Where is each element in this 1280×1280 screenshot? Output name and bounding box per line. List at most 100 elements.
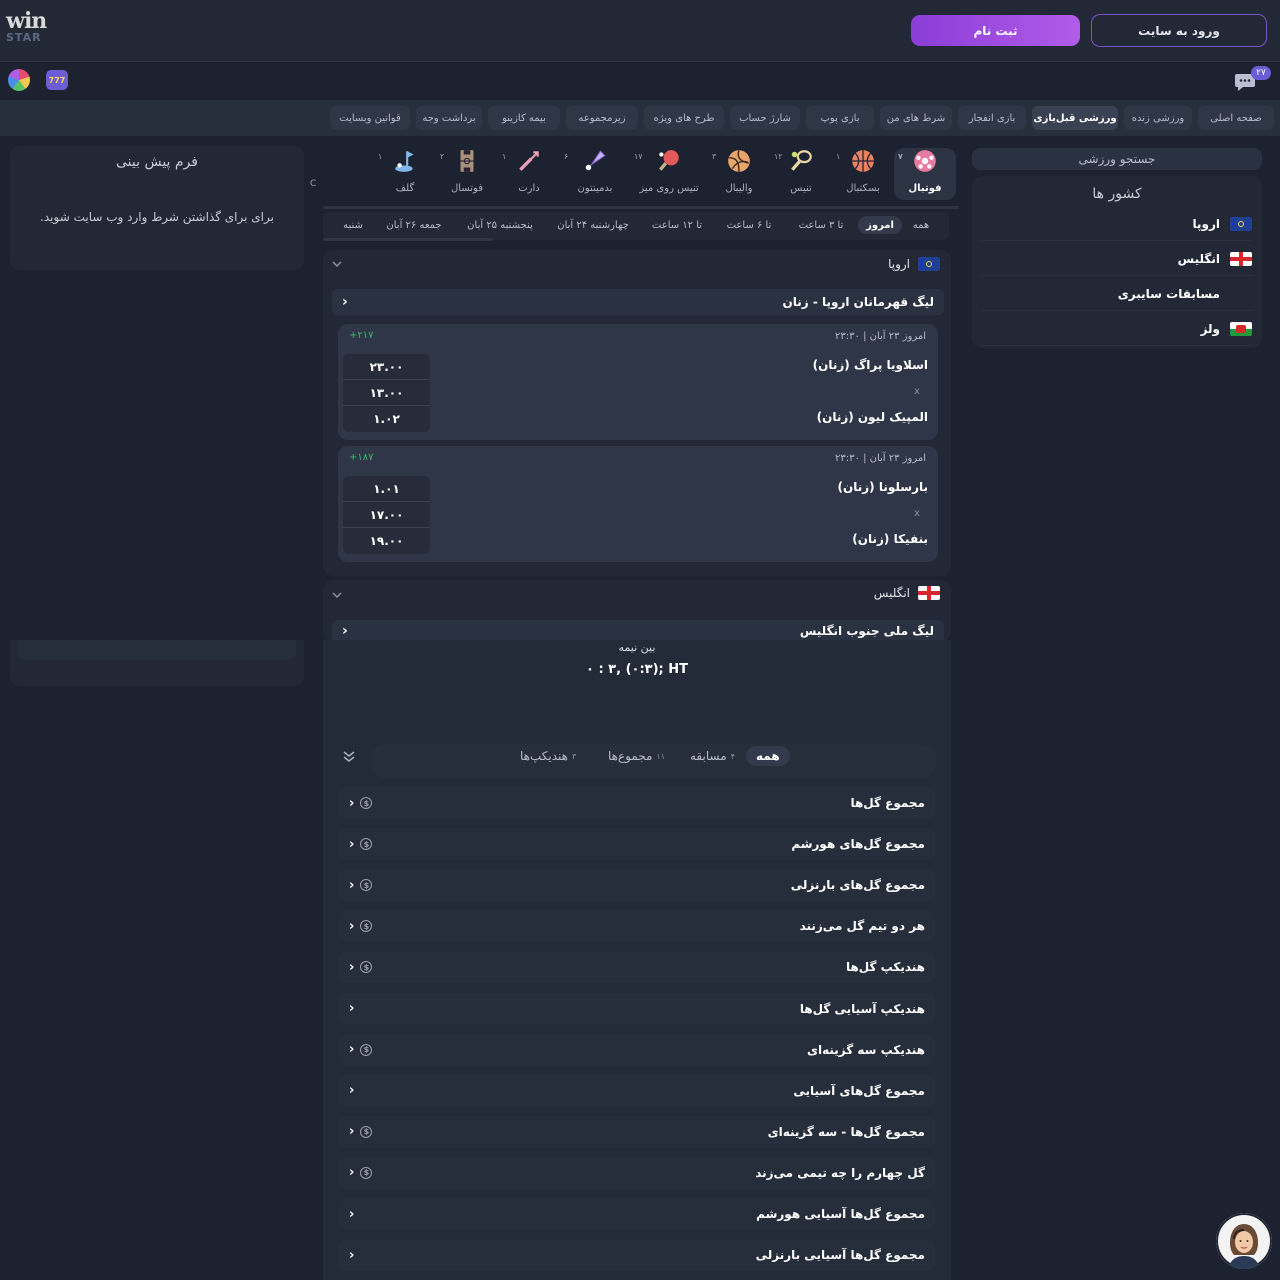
away-team: المپیک لیون (زنان)	[816, 410, 928, 424]
support-avatar[interactable]	[1216, 1213, 1272, 1269]
market-label: مجموع گل‌ها	[850, 796, 925, 810]
nav-item[interactable]: طرح های ویژه	[644, 106, 724, 130]
sport-name: فوتبال	[908, 183, 942, 194]
sport-count: ۲	[440, 152, 445, 161]
login-button[interactable]: ورود به سایت	[1091, 14, 1267, 47]
chevron-left-icon: ‹	[349, 877, 355, 893]
chevron-left-icon: ‹	[349, 918, 355, 934]
market-row[interactable]: مجموع گل‌ها آسیایی هورشم ‹	[339, 1198, 935, 1230]
odds-button[interactable]: ۱.۰۲	[343, 406, 430, 432]
nav-item[interactable]: برداشت وجه	[416, 106, 482, 130]
market-label: هندیکپ گل‌ها	[845, 960, 925, 975]
europe-name: اروپا	[888, 257, 910, 271]
market-label: مجموع گل‌های آسیایی	[793, 1083, 925, 1098]
league-row-champions-women[interactable]: لیگ قهرمانان اروپا - زنان ‹	[332, 289, 944, 315]
market-row[interactable]: مجموع گل‌ها - سه گزینه‌ای $ ‹	[339, 1115, 935, 1148]
filter-label: مجموع‌ها	[608, 749, 653, 763]
draw-marker: x	[914, 386, 920, 397]
day-scrollbar[interactable]	[323, 238, 493, 241]
odds-button[interactable]: ۱.۰۱	[343, 476, 430, 502]
market-row[interactable]: گل چهارم را چه تیمی می‌زند $ ‹	[339, 1156, 935, 1189]
market-row[interactable]: مجموع گل‌ها $ ‹	[339, 787, 935, 819]
sport-name: فوتسال	[451, 183, 483, 194]
chevron-left-icon: ‹	[342, 623, 348, 639]
sport-tab-golf[interactable]: ۱ گلف	[374, 148, 436, 200]
odds-button[interactable]: ۱۷.۰۰	[343, 502, 430, 528]
market-filter-tab[interactable]: هندیکپ‌ها ۳	[510, 746, 590, 766]
market-row[interactable]: مجموع گل‌های آسیایی ‹	[339, 1074, 935, 1107]
market-label: مجموع گل‌ها آسیایی هورشم	[756, 1207, 925, 1221]
filter-count: ۳	[571, 751, 577, 761]
logo-text: win	[6, 8, 47, 34]
wheel-icon[interactable]	[8, 69, 30, 91]
cashout-icon: $	[360, 1125, 373, 1138]
sport-tab-basketball[interactable]: ۱ بسکتبال	[832, 148, 894, 200]
market-row[interactable]: هندیکپ آسیایی گل‌ها ‹	[339, 992, 935, 1025]
sport-tab-volleyball[interactable]: ۳ والیبال	[708, 148, 770, 200]
chevron-left-icon: ‹	[349, 1001, 355, 1016]
market-filter-tab[interactable]: مسابقه ۴	[680, 746, 749, 766]
slot-machine-icon[interactable]: 777	[46, 70, 68, 90]
market-row[interactable]: هندیکپ گل‌ها $ ‹	[339, 951, 935, 984]
country-item[interactable]: ولز	[982, 312, 1252, 346]
market-row[interactable]: هر دو تیم گل می‌زنند $ ‹	[339, 910, 935, 943]
sport-tab-darts[interactable]: ۱ دارت	[498, 148, 560, 200]
odds-button[interactable]: ۱۹.۰۰	[343, 528, 430, 554]
sport-tab-badminton[interactable]: ۶ بدمینتون	[560, 148, 630, 200]
odds-button[interactable]: ۱۳.۰۰	[343, 380, 430, 406]
country-item[interactable]: مسابقات سایبری	[982, 277, 1252, 311]
sport-count: ۱۷	[634, 152, 643, 161]
country-item[interactable]: اروپا	[982, 207, 1252, 241]
chevron-down-icon[interactable]	[330, 257, 344, 274]
europe-header[interactable]: اروپا	[700, 257, 940, 271]
sports-overflow: C	[310, 179, 317, 189]
nav-item[interactable]: قوانین وبسایت	[330, 106, 410, 130]
sport-tab-football[interactable]: ۷ فوتبال	[894, 148, 956, 200]
country-name: مسابقات سایبری	[1117, 286, 1220, 301]
flag-placeholder	[1230, 287, 1252, 301]
nav-item[interactable]: زیرمجموعه	[566, 106, 638, 130]
day-tab[interactable]: جمعه ۲۶ آبان	[374, 216, 454, 234]
nav-item[interactable]: بازی انفجار	[958, 106, 1026, 130]
sport-count: ۱	[378, 152, 383, 161]
filter-label: همه	[756, 749, 780, 763]
sports-scrollbar[interactable]	[323, 206, 959, 209]
market-filter-tab[interactable]: مجموع‌ها ۱۱	[598, 746, 679, 766]
day-tab[interactable]: تا ۱۲ ساعت	[642, 216, 712, 234]
cashout-icon: $	[360, 797, 373, 809]
market-row[interactable]: مجموع گل‌های بارنزلی $ ‹	[339, 869, 935, 902]
day-tab[interactable]: امروز	[858, 216, 902, 234]
day-tab[interactable]: تا ۳ ساعت	[786, 216, 856, 234]
more-markets-count[interactable]: +۲۱۷	[349, 330, 374, 341]
day-tab[interactable]: پنجشنبه ۲۵ آبان	[456, 216, 544, 234]
sport-search-input[interactable]: جستجو ورزشی	[972, 148, 1262, 170]
day-tab[interactable]: همه	[904, 216, 938, 234]
day-tab[interactable]: چهارشنبه ۲۴ آبان	[546, 216, 640, 234]
country-item[interactable]: انگلیس	[982, 242, 1252, 276]
nav-item[interactable]: ورزشی قبل‌بازی	[1032, 106, 1118, 130]
site-logo[interactable]: win STAR	[6, 10, 50, 52]
england-header[interactable]: انگلیس	[700, 586, 940, 600]
day-tab[interactable]: تا ۶ ساعت	[714, 216, 784, 234]
nav-item[interactable]: شرط های من	[880, 106, 952, 130]
nav-item[interactable]: ورزشی زنده	[1124, 106, 1192, 130]
league-row-south-england[interactable]: لیگ ملی جنوب انگلیس ‹	[332, 620, 944, 642]
collapse-all-icon[interactable]	[341, 748, 357, 767]
nav-item[interactable]: بیمه کازینو	[488, 106, 560, 130]
chevron-down-icon[interactable]	[330, 588, 344, 605]
market-row[interactable]: مجموع گل‌ها آسیایی بارنزلی ‹	[339, 1239, 935, 1272]
nav-item[interactable]: بازی پوپ	[806, 106, 874, 130]
market-row[interactable]: هندیکپ سه گزینه‌ای $ ‹	[339, 1033, 935, 1066]
sport-tab-tennis[interactable]: ۱۲ تنیس	[770, 148, 832, 200]
sport-tab-futsal[interactable]: ۲ فوتسال	[436, 148, 498, 200]
sport-tab-table-tennis[interactable]: ۱۷ تنیس روی میز	[630, 148, 708, 200]
sport-count: ۳	[712, 152, 717, 161]
market-row[interactable]: مجموع گل‌های هورشم $ ‹	[339, 828, 935, 861]
day-tab[interactable]: شنبه	[334, 216, 372, 234]
nav-item[interactable]: صفحه اصلی	[1198, 106, 1274, 130]
register-button[interactable]: ثبت نام	[911, 15, 1080, 46]
nav-item[interactable]: شارژ حساب	[730, 106, 800, 130]
more-markets-count[interactable]: +۱۸۷	[349, 452, 374, 463]
market-filter-tab[interactable]: همه	[746, 746, 790, 766]
odds-button[interactable]: ۲۳.۰۰	[343, 354, 430, 380]
